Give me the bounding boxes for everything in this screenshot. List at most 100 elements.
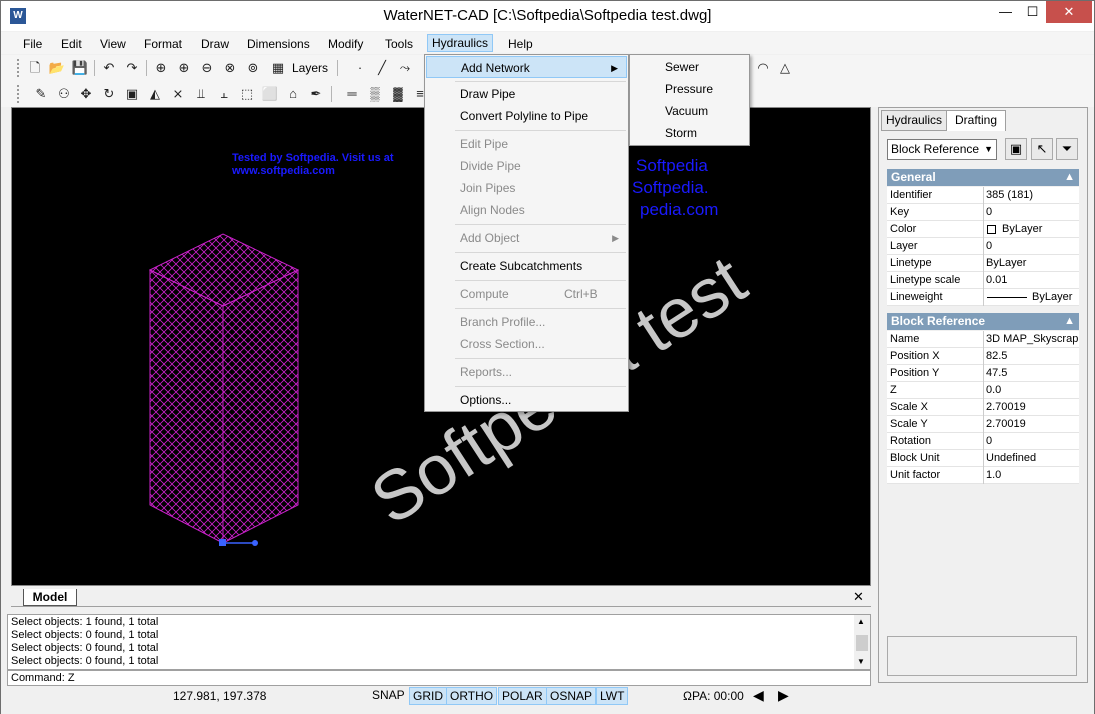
point-icon[interactable]: · bbox=[351, 59, 369, 77]
line-icon[interactable]: ╱ bbox=[373, 59, 391, 77]
rotate-icon[interactable]: ↻ bbox=[100, 85, 118, 103]
property-value[interactable]: ByLayer bbox=[1002, 223, 1094, 235]
grid-tool-icon[interactable]: ▓ bbox=[389, 85, 407, 103]
menu-dimensions[interactable]: Dimensions bbox=[247, 35, 310, 53]
property-key: Z bbox=[890, 384, 897, 396]
property-value[interactable]: ByLayer bbox=[986, 257, 1078, 269]
property-value[interactable]: 0.01 bbox=[986, 274, 1078, 286]
submenu-item-storm[interactable]: Storm bbox=[631, 122, 748, 144]
undo-icon[interactable]: ↶ bbox=[100, 59, 118, 77]
block-reference-section-header[interactable]: Block Reference ▲ bbox=[887, 313, 1079, 330]
property-value[interactable]: Undefined bbox=[986, 452, 1078, 464]
menu-item-create-subcatchments[interactable]: Create Subcatchments bbox=[426, 255, 627, 277]
polyline-icon[interactable]: ⤳ bbox=[396, 59, 414, 77]
menu-item-add-network[interactable]: Add Network ▶ bbox=[426, 56, 627, 78]
menu-item-convert-polyline[interactable]: Convert Polyline to Pipe bbox=[426, 105, 627, 127]
save-icon[interactable]: 💾 bbox=[71, 59, 89, 77]
collapse-icon[interactable]: ▲ bbox=[1064, 169, 1075, 185]
menu-file[interactable]: File bbox=[23, 35, 42, 53]
maximize-button[interactable]: ☐ bbox=[1018, 1, 1047, 23]
tab-drafting[interactable]: Drafting bbox=[946, 110, 1006, 131]
submenu-item-sewer[interactable]: Sewer bbox=[631, 56, 748, 78]
filter-icon[interactable]: ⏷ bbox=[1056, 138, 1078, 160]
select-objects-icon[interactable]: ▣ bbox=[1005, 138, 1027, 160]
submenu-item-pressure[interactable]: Pressure bbox=[631, 78, 748, 100]
grid-toggle[interactable]: GRID bbox=[409, 687, 447, 705]
toolbar-grip[interactable] bbox=[17, 85, 20, 103]
menu-item-draw-pipe[interactable]: Draw Pipe bbox=[426, 83, 627, 105]
previous-arrow-icon[interactable]: ◀ bbox=[753, 687, 764, 704]
object-type-select[interactable]: Block Reference ▼ bbox=[887, 139, 997, 160]
property-value[interactable]: 3D MAP_Skyscraper bbox=[986, 333, 1078, 345]
toolbar-grip[interactable] bbox=[17, 59, 20, 77]
node-tool-icon[interactable]: ▒ bbox=[366, 85, 384, 103]
close-button[interactable]: ✕ bbox=[1046, 1, 1092, 23]
command-input[interactable]: Command: Z bbox=[7, 670, 871, 686]
layers-label[interactable]: Layers bbox=[292, 61, 328, 75]
polar-toggle[interactable]: POLAR bbox=[498, 687, 547, 705]
scroll-down-icon[interactable]: ▼ bbox=[857, 657, 865, 666]
lwt-toggle[interactable]: LWT bbox=[596, 687, 629, 705]
menu-view[interactable]: View bbox=[100, 35, 126, 53]
extend-icon[interactable]: ⫫ bbox=[192, 85, 210, 103]
redo-icon[interactable]: ↷ bbox=[123, 59, 141, 77]
command-scrollbar[interactable]: ▲ ▼ bbox=[854, 615, 870, 669]
zoom-window-icon[interactable]: ⊕ bbox=[152, 59, 170, 77]
osnap-toggle[interactable]: OSNAP bbox=[546, 687, 597, 705]
collapse-icon[interactable]: ▲ bbox=[1064, 313, 1075, 329]
zoom-out-icon[interactable]: ⊖ bbox=[198, 59, 216, 77]
ortho-toggle[interactable]: ORTHO bbox=[446, 687, 498, 705]
property-value[interactable]: 0.0 bbox=[986, 384, 1078, 396]
submenu-item-vacuum[interactable]: Vacuum bbox=[631, 100, 748, 122]
close-icon[interactable]: ✕ bbox=[853, 589, 864, 605]
property-value[interactable]: 0 bbox=[986, 435, 1078, 447]
open-folder-icon[interactable]: 📂 bbox=[48, 59, 66, 77]
property-value[interactable]: 0 bbox=[986, 240, 1078, 252]
menu-draw[interactable]: Draw bbox=[201, 35, 229, 53]
pipe-tool-icon[interactable]: ═ bbox=[343, 85, 361, 103]
property-value[interactable]: 1.0 bbox=[986, 469, 1078, 481]
menu-edit[interactable]: Edit bbox=[61, 35, 82, 53]
erase-icon[interactable]: ✎ bbox=[32, 85, 50, 103]
menu-format[interactable]: Format bbox=[144, 35, 182, 53]
triangle-icon[interactable]: △ bbox=[776, 59, 794, 77]
copy-icon[interactable]: ⚇ bbox=[55, 85, 73, 103]
property-value[interactable]: 385 (181) bbox=[986, 189, 1078, 201]
property-value[interactable]: ByLayer bbox=[1032, 291, 1095, 303]
next-arrow-icon[interactable]: ▶ bbox=[778, 687, 789, 704]
menu-tools[interactable]: Tools bbox=[385, 35, 413, 53]
property-value[interactable]: 0 bbox=[986, 206, 1078, 218]
new-file-icon[interactable]: 🗋 bbox=[26, 59, 44, 77]
snap-toggle[interactable]: SNAP bbox=[369, 687, 408, 705]
property-value[interactable]: 82.5 bbox=[986, 350, 1078, 362]
menu-separator bbox=[455, 358, 626, 359]
zoom-extents-icon[interactable]: ⊗ bbox=[221, 59, 239, 77]
menu-modify[interactable]: Modify bbox=[328, 35, 363, 53]
scroll-thumb[interactable] bbox=[856, 635, 868, 651]
properties-icon[interactable]: ✒ bbox=[307, 85, 325, 103]
trim-icon[interactable]: ⨯ bbox=[169, 85, 187, 103]
break-icon[interactable]: ⫠ bbox=[215, 85, 233, 103]
scale-icon[interactable]: ▣ bbox=[123, 85, 141, 103]
pick-object-icon[interactable]: ↖ bbox=[1031, 138, 1053, 160]
zoom-in-icon[interactable]: ⊕ bbox=[175, 59, 193, 77]
layers-icon[interactable]: ▦ bbox=[269, 59, 287, 77]
mirror-icon[interactable]: ◭ bbox=[146, 85, 164, 103]
minimize-button[interactable]: — bbox=[991, 1, 1020, 23]
menu-hydraulics[interactable]: Hydraulics bbox=[427, 34, 494, 52]
move-icon[interactable]: ✥ bbox=[77, 85, 95, 103]
property-value[interactable]: 2.70019 bbox=[986, 418, 1078, 430]
offset-icon[interactable]: ⬜ bbox=[261, 85, 279, 103]
property-value[interactable]: 47.5 bbox=[986, 367, 1078, 379]
stretch-icon[interactable]: ⬚ bbox=[238, 85, 256, 103]
property-value[interactable]: 2.70019 bbox=[986, 401, 1078, 413]
general-section-header[interactable]: General ▲ bbox=[887, 169, 1079, 186]
menu-item-options[interactable]: Options... bbox=[426, 389, 627, 411]
scroll-up-icon[interactable]: ▲ bbox=[857, 617, 865, 626]
tab-hydraulics[interactable]: Hydraulics bbox=[881, 110, 947, 131]
menu-help[interactable]: Help bbox=[508, 35, 533, 53]
tab-model[interactable]: Model bbox=[23, 589, 77, 606]
hatch-icon[interactable]: ⌂ bbox=[284, 85, 302, 103]
zoom-previous-icon[interactable]: ⊚ bbox=[244, 59, 262, 77]
arc-icon[interactable]: ◠ bbox=[754, 59, 772, 77]
